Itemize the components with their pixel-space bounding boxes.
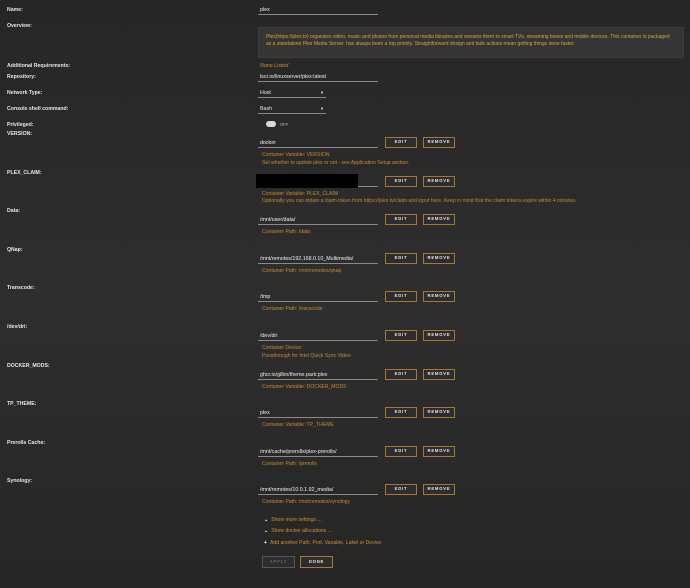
config-note: Container Path: /prerolls: [262, 460, 317, 467]
config-value-input[interactable]: /dev/dri: [258, 332, 378, 341]
config-description: Container Variable: VERSION Set whether t…: [262, 152, 410, 167]
config-note: Container Variable: TP_THEME: [262, 422, 334, 429]
remove-button[interactable]: REMOVE: [423, 445, 455, 457]
name-input[interactable]: plex: [258, 6, 378, 15]
config-note: Container Variable: DOCKER_MODS: [262, 383, 347, 390]
network-type-value: Host: [260, 90, 271, 96]
config-label: Synology:: [7, 478, 33, 485]
remove-button[interactable]: REMOVE: [423, 291, 455, 303]
config-note: Container Device:: [262, 345, 303, 351]
chevron-down-icon: ▼: [320, 106, 324, 111]
add-another-link[interactable]: + Add another Path, Port, Variable, Label…: [264, 540, 381, 546]
edit-button[interactable]: EDIT: [385, 137, 417, 148]
config-label: Transcode:: [7, 285, 35, 292]
edit-button[interactable]: EDIT: [385, 252, 417, 264]
config-label: QNap:: [7, 246, 23, 253]
remove-button[interactable]: REMOVE: [423, 484, 455, 496]
privileged-state: OFF: [280, 122, 289, 127]
config-note: Container Path: /mnt/remotes/synology: [262, 499, 351, 506]
config-description: Container Path: /data: [262, 229, 310, 237]
overview-label: Overview:: [7, 23, 32, 29]
config-label: Prerolls Cache:: [7, 439, 46, 446]
edit-button[interactable]: EDIT: [385, 291, 417, 303]
config-description: Container Path: /mnt/remotes/qnap: [262, 268, 341, 276]
edit-button[interactable]: EDIT: [385, 214, 417, 226]
name-label: Name:: [7, 7, 23, 13]
config-description: Container Path: /transcode: [262, 306, 323, 314]
config-description: Container Variable: TP_THEME: [262, 422, 334, 430]
config-note: Passthrough for Intel Quick Sync Video: [262, 352, 351, 359]
show-more-settings-label: Show more settings ...: [271, 517, 322, 523]
show-docker-allocations-link[interactable]: ⌄ Show docker allocations ...: [264, 528, 332, 534]
repository-label: Repository:: [7, 74, 36, 80]
additional-requirements-value: None Listed: [260, 63, 289, 69]
privileged-label: Privileged:: [7, 122, 34, 128]
console-shell-label: Console shell command:: [7, 106, 69, 112]
config-description: Container Variable: DOCKER_MODS: [262, 384, 347, 392]
config-description: Container Device: Passthrough for Intel Q…: [262, 345, 351, 360]
remove-button[interactable]: REMOVE: [423, 252, 455, 264]
repository-input[interactable]: lscr.io/linuxserver/plex:latest: [258, 73, 378, 82]
config-description: Container Path: /mnt/remotes/synology: [262, 499, 350, 507]
edit-button[interactable]: EDIT: [385, 175, 417, 187]
edit-button[interactable]: EDIT: [385, 484, 417, 496]
privileged-toggle[interactable]: [266, 121, 276, 127]
config-label: PLEX_CLAIM:: [7, 169, 42, 176]
config-value-input[interactable]: /mnt/remotes/10.0.1.92_media/: [258, 486, 378, 496]
config-value-input[interactable]: docker: [258, 139, 378, 148]
edit-button[interactable]: EDIT: [385, 330, 417, 341]
config-label: /dev/dri:: [7, 324, 28, 330]
redacted-value: [256, 173, 358, 188]
config-value-input[interactable]: /mnt/remotes/192.168.0.10_Multimedia/: [258, 255, 378, 264]
console-shell-select[interactable]: Bash ▼: [258, 105, 326, 114]
config-note: Container Variable: PLEX_CLAIM: [262, 190, 339, 197]
show-more-settings-link[interactable]: ⌄ Show more settings ...: [264, 517, 322, 523]
config-note: Set whether to update plex or not - see …: [262, 159, 410, 166]
network-type-select[interactable]: Host ▼: [258, 89, 326, 98]
config-label: DOCKER_MODS:: [7, 362, 50, 369]
show-docker-allocations-label: Show docker allocations ...: [271, 528, 332, 534]
remove-button[interactable]: REMOVE: [423, 214, 455, 226]
config-description: Container Path: /prerolls: [262, 461, 317, 469]
remove-button[interactable]: REMOVE: [423, 407, 455, 419]
additional-requirements-label: Additional Requirements:: [7, 63, 71, 69]
chevron-down-icon: ▼: [320, 90, 324, 95]
chevron-down-icon: ⌄: [264, 528, 269, 534]
config-label: VERSION:: [7, 131, 33, 137]
chevron-down-icon: ⌄: [264, 517, 269, 523]
remove-button[interactable]: REMOVE: [423, 368, 455, 380]
config-note: Container Variable: VERSION: [262, 152, 330, 158]
add-another-label: Add another Path, Port, Variable, Label …: [269, 540, 382, 546]
config-label: Data:: [7, 208, 20, 215]
edit-button[interactable]: EDIT: [385, 445, 417, 457]
config-note: Container Path: /transcode: [262, 306, 323, 313]
config-value-input[interactable]: /mnt/user/data/: [258, 216, 378, 226]
config-value-input[interactable]: /tmp: [258, 293, 378, 303]
console-shell-value: Bash: [260, 106, 273, 112]
config-value-input[interactable]: plex: [258, 409, 378, 419]
config-label: TP_THEME:: [7, 401, 37, 408]
network-type-label: Network Type:: [7, 90, 43, 96]
remove-button[interactable]: REMOVE: [423, 175, 455, 187]
edit-button[interactable]: EDIT: [385, 368, 417, 380]
config-value-input[interactable]: ghcr.io/gilbn/theme.park:plex: [258, 371, 378, 380]
config-value-input[interactable]: /mnt/cache/prerolls/plex-prerolls/: [258, 448, 378, 457]
config-description: Container Variable: PLEX_CLAIM Optionally…: [262, 191, 576, 206]
overview-text: Plex(https://plex.tv) organizes video, m…: [258, 27, 684, 58]
config-note: Optionally you can obtain a claim token …: [262, 198, 577, 205]
config-note: Container Path: /mnt/remotes/qnap: [262, 267, 342, 274]
remove-button[interactable]: REMOVE: [423, 137, 455, 148]
config-note: Container Path: /data: [262, 229, 311, 236]
done-button[interactable]: DONE: [300, 556, 333, 568]
edit-button[interactable]: EDIT: [385, 407, 417, 419]
plus-icon: +: [264, 540, 267, 546]
apply-button[interactable]: APPLY: [262, 556, 295, 568]
remove-button[interactable]: REMOVE: [423, 330, 455, 341]
